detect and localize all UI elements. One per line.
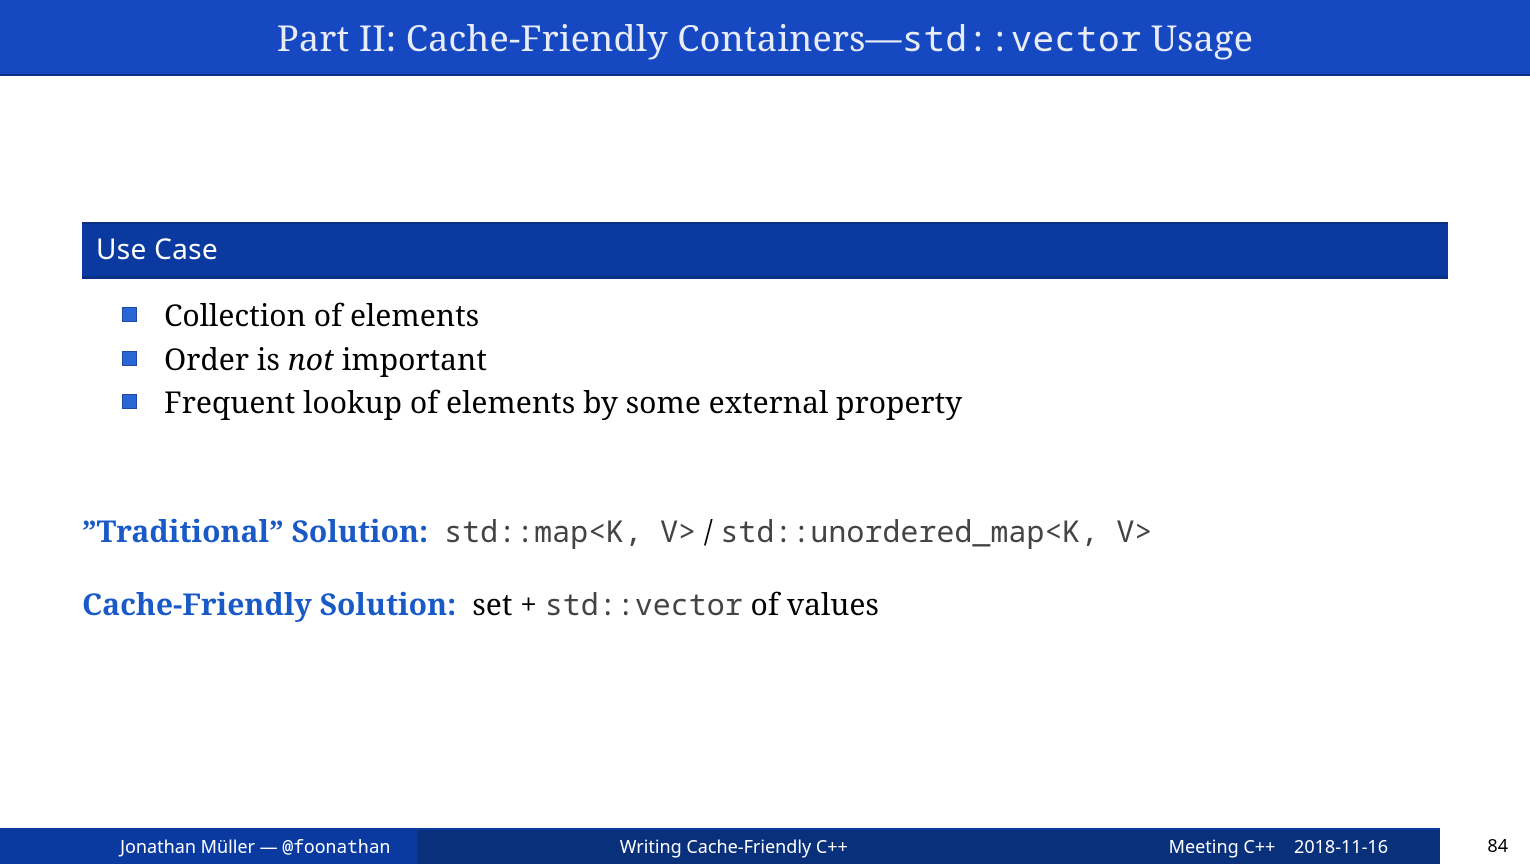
footer-author-segment: Jonathan Müller — @foonathan bbox=[0, 811, 418, 864]
list-item: Collection of elements bbox=[122, 293, 1438, 337]
footer-date: 2018-11-16 bbox=[1294, 835, 1388, 859]
bullet-text: Frequent lookup of elements by some exte… bbox=[164, 381, 962, 422]
bullet-text: Order is bbox=[164, 338, 288, 379]
footer-venue: Meeting C++ bbox=[1169, 835, 1276, 859]
cache-label: Cache-Friendly Solution: bbox=[82, 583, 456, 624]
cache-pre: set + bbox=[472, 583, 545, 624]
bullet-list: Collection of elements Order is not impo… bbox=[122, 293, 1438, 424]
bullet-text: Collection of elements bbox=[164, 294, 479, 335]
cache-value: set + std::vector of values bbox=[472, 583, 879, 624]
traditional-value: std::map<K, V> / std::unordered_map<K, V… bbox=[444, 510, 1152, 551]
content-area: Use Case Collection of elements Order is… bbox=[82, 222, 1448, 624]
bullet-em: not bbox=[288, 338, 334, 379]
code-text: std::map<K, V> bbox=[444, 510, 696, 551]
footer-bar: Jonathan Müller — @foonathan Writing Cac… bbox=[0, 828, 1440, 864]
use-case-block: Use Case Collection of elements Order is… bbox=[82, 222, 1448, 446]
footer-talk-title: Writing Cache-Friendly C++ bbox=[418, 835, 1050, 859]
page-number: 84 bbox=[1487, 834, 1508, 858]
traditional-label: ”Traditional” Solution: bbox=[82, 510, 428, 551]
slide-title-bar: Part II: Cache-Friendly Containers—std::… bbox=[0, 0, 1530, 76]
traditional-solution-row: ”Traditional” Solution: std::map<K, V> /… bbox=[82, 510, 1448, 551]
title-suffix: Usage bbox=[1142, 13, 1254, 62]
slide-title: Part II: Cache-Friendly Containers—std::… bbox=[277, 13, 1253, 62]
code-text: std::unordered_map<K, V> bbox=[720, 510, 1152, 551]
block-body: Collection of elements Order is not impo… bbox=[82, 279, 1448, 446]
separator: / bbox=[696, 510, 720, 551]
slide: Part II: Cache-Friendly Containers—std::… bbox=[0, 0, 1530, 864]
block-title: Use Case bbox=[82, 224, 1448, 279]
list-item: Order is not important bbox=[122, 337, 1438, 381]
code-text: std::vector bbox=[545, 583, 743, 624]
footer-author: Jonathan Müller — bbox=[120, 835, 282, 859]
title-code: std::vector bbox=[902, 13, 1142, 62]
cache-post: of values bbox=[743, 583, 879, 624]
footer-handle: @foonathan bbox=[282, 835, 390, 859]
footer-venue-segment: Meeting C++ 2018-11-16 bbox=[1050, 811, 1440, 864]
cache-friendly-solution-row: Cache-Friendly Solution: set + std::vect… bbox=[82, 583, 1448, 624]
bullet-text-post: important bbox=[334, 338, 487, 379]
title-prefix: Part II: Cache-Friendly Containers— bbox=[277, 13, 902, 62]
list-item: Frequent lookup of elements by some exte… bbox=[122, 380, 1438, 424]
